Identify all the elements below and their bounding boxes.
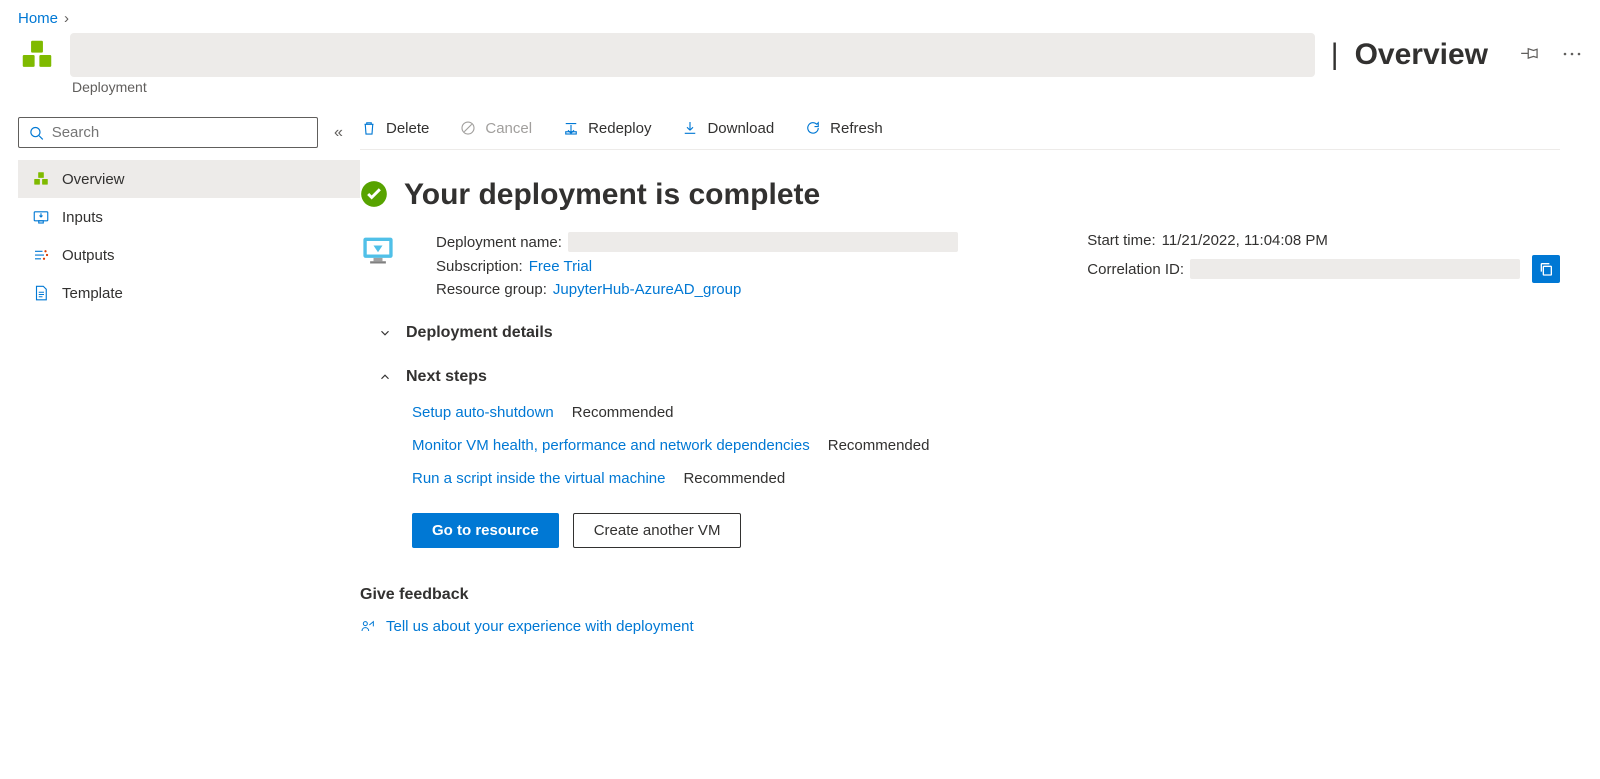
- page-subtitle: Deployment: [0, 77, 1600, 95]
- search-input[interactable]: [52, 124, 307, 141]
- sidebar-item-overview[interactable]: Overview: [18, 160, 360, 198]
- chevron-up-icon: [378, 370, 392, 384]
- redeploy-button[interactable]: Redeploy: [562, 119, 651, 137]
- sidebar-nav: Overview Inputs Outputs Template: [18, 160, 360, 312]
- status-heading: Your deployment is complete: [360, 178, 1560, 212]
- breadcrumb-home-link[interactable]: Home: [18, 10, 58, 27]
- deployment-name-row: Deployment name:: [436, 232, 958, 252]
- sidebar-item-label: Outputs: [62, 247, 115, 264]
- cancel-label: Cancel: [485, 120, 532, 137]
- deployment-name-redacted-value: [568, 232, 958, 252]
- sidebar-item-inputs[interactable]: Inputs: [18, 198, 360, 236]
- deployment-name-redacted: [70, 33, 1315, 77]
- sidebar-item-label: Overview: [62, 171, 125, 188]
- feedback-icon: [360, 619, 376, 635]
- deployment-details: Deployment name: Subscription: Free Tria…: [360, 232, 1560, 298]
- copy-icon: [1538, 261, 1554, 277]
- more-icon[interactable]: [1562, 44, 1582, 67]
- feedback-section: Give feedback Tell us about your experie…: [360, 586, 1560, 635]
- search-box[interactable]: [18, 117, 318, 148]
- cancel-button: Cancel: [459, 119, 532, 137]
- download-icon: [681, 119, 699, 137]
- resource-group-link[interactable]: JupyterHub-AzureAD_group: [553, 281, 741, 298]
- sidebar-item-outputs[interactable]: Outputs: [18, 236, 360, 274]
- start-time-value: 11/21/2022, 11:04:08 PM: [1162, 232, 1328, 249]
- refresh-icon: [804, 119, 822, 137]
- subscription-row: Subscription: Free Trial: [436, 258, 958, 275]
- feedback-heading: Give feedback: [360, 586, 1560, 604]
- next-steps-toggle[interactable]: Next steps: [378, 368, 1560, 386]
- collapse-sidebar-icon[interactable]: «: [330, 120, 347, 146]
- refresh-label: Refresh: [830, 120, 883, 137]
- redeploy-label: Redeploy: [588, 120, 651, 137]
- page-title: Overview: [1355, 38, 1488, 72]
- chevron-right-icon: ›: [64, 10, 69, 27]
- start-time-row: Start time: 11/21/2022, 11:04:08 PM: [1087, 232, 1560, 249]
- recommended-tag: Recommended: [683, 470, 785, 487]
- download-button[interactable]: Download: [681, 119, 774, 137]
- delete-label: Delete: [386, 120, 429, 137]
- pin-icon[interactable]: [1520, 44, 1540, 67]
- sidebar-item-label: Inputs: [62, 209, 103, 226]
- breadcrumb: Home ›: [0, 0, 1600, 31]
- sidebar-item-label: Template: [62, 285, 123, 302]
- cancel-icon: [459, 119, 477, 137]
- resource-group-row: Resource group: JupyterHub-AzureAD_group: [436, 281, 958, 298]
- vm-icon: [360, 232, 396, 268]
- feedback-link[interactable]: Tell us about your experience with deplo…: [386, 618, 694, 635]
- redeploy-icon: [562, 119, 580, 137]
- status-text: Your deployment is complete: [404, 178, 820, 212]
- start-time-label: Start time:: [1087, 232, 1155, 249]
- resource-group-icon: [18, 36, 56, 74]
- refresh-button[interactable]: Refresh: [804, 119, 883, 137]
- correlation-id-label: Correlation ID:: [1087, 261, 1184, 278]
- toolbar: Delete Cancel Redeploy Download Refresh: [360, 117, 1560, 150]
- download-label: Download: [707, 120, 774, 137]
- chevron-down-icon: [378, 326, 392, 340]
- delete-icon: [360, 119, 378, 137]
- next-step-link[interactable]: Run a script inside the virtual machine: [412, 470, 665, 487]
- next-step-link[interactable]: Monitor VM health, performance and netwo…: [412, 437, 810, 454]
- overview-icon: [32, 170, 50, 188]
- next-step-item: Run a script inside the virtual machine …: [412, 470, 1560, 487]
- deployment-details-label: Deployment details: [406, 324, 553, 342]
- success-check-icon: [360, 180, 388, 211]
- copy-button[interactable]: [1532, 255, 1560, 283]
- sidebar-item-template[interactable]: Template: [18, 274, 360, 312]
- correlation-id-row: Correlation ID:: [1087, 255, 1560, 283]
- correlation-id-redacted-value: [1190, 259, 1520, 279]
- next-step-item: Monitor VM health, performance and netwo…: [412, 437, 1560, 454]
- subscription-link[interactable]: Free Trial: [529, 258, 592, 275]
- recommended-tag: Recommended: [828, 437, 930, 454]
- sidebar: « Overview Inputs Outputs Template: [0, 117, 360, 635]
- inputs-icon: [32, 208, 50, 226]
- create-another-vm-button[interactable]: Create another VM: [573, 513, 742, 548]
- deployment-details-toggle[interactable]: Deployment details: [378, 324, 1560, 342]
- recommended-tag: Recommended: [572, 404, 674, 421]
- next-step-link[interactable]: Setup auto-shutdown: [412, 404, 554, 421]
- title-separator: |: [1329, 38, 1341, 72]
- resource-group-label: Resource group:: [436, 281, 547, 298]
- outputs-icon: [32, 246, 50, 264]
- next-step-item: Setup auto-shutdown Recommended: [412, 404, 1560, 421]
- next-steps-label: Next steps: [406, 368, 487, 386]
- delete-button[interactable]: Delete: [360, 119, 429, 137]
- search-icon: [29, 125, 44, 141]
- title-row: | Overview: [0, 31, 1600, 77]
- next-steps-list: Setup auto-shutdown Recommended Monitor …: [412, 404, 1560, 487]
- subscription-label: Subscription:: [436, 258, 523, 275]
- template-icon: [32, 284, 50, 302]
- deployment-name-label: Deployment name:: [436, 234, 562, 251]
- main-content: Delete Cancel Redeploy Download Refresh: [360, 117, 1600, 635]
- go-to-resource-button[interactable]: Go to resource: [412, 513, 559, 548]
